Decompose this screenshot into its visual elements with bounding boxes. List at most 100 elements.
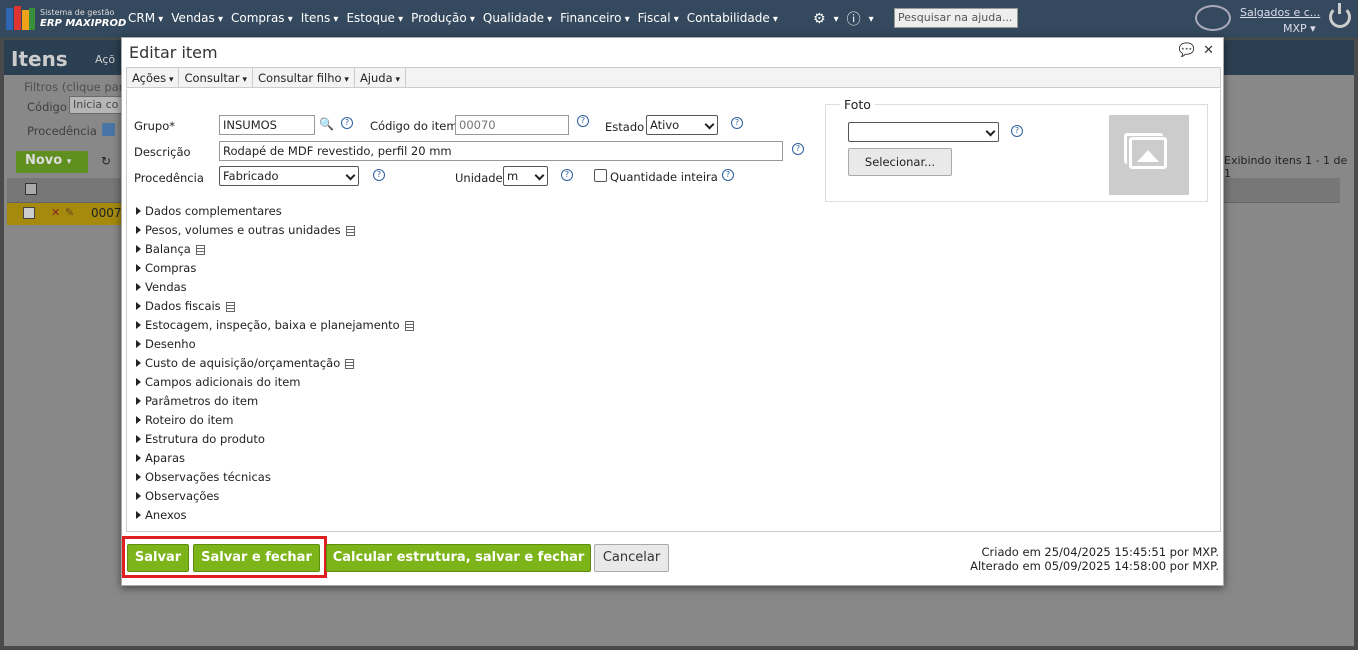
section-estrutura[interactable]: Estrutura do produto bbox=[136, 432, 414, 451]
document-icon bbox=[225, 302, 235, 312]
section-observacoes[interactable]: Observações bbox=[136, 489, 414, 508]
user-link[interactable]: Salgados e c... bbox=[1240, 6, 1320, 19]
document-icon bbox=[345, 226, 355, 236]
company-selector[interactable]: MXP ▾ bbox=[1283, 22, 1316, 35]
section-balanca[interactable]: Balança bbox=[136, 242, 414, 261]
dialog-menu-consultar-filho[interactable]: Consultar filho bbox=[253, 68, 355, 87]
image-icon bbox=[1124, 133, 1167, 169]
procedencia-help-icon[interactable]: ? bbox=[373, 169, 385, 181]
sections-list: Dados complementares Pesos, volumes e ou… bbox=[136, 204, 414, 527]
search-icon[interactable]: 🔍 bbox=[319, 117, 334, 131]
menu-producao[interactable]: Produção bbox=[411, 11, 475, 25]
refresh-icon[interactable]: ↻ bbox=[101, 154, 111, 168]
section-observacoes-tecnicas[interactable]: Observações técnicas bbox=[136, 470, 414, 489]
dialog-title: Editar item bbox=[129, 43, 218, 62]
menu-estoque[interactable]: Estoque bbox=[346, 11, 403, 25]
quantidade-inteira-label: Quantidade inteira bbox=[610, 170, 718, 184]
section-vendas[interactable]: Vendas bbox=[136, 280, 414, 299]
quantidade-inteira-checkbox[interactable] bbox=[594, 169, 607, 182]
document-icon bbox=[195, 245, 205, 255]
foto-select[interactable] bbox=[848, 122, 999, 142]
section-custo-aquisicao[interactable]: Custo de aquisição/orçamentação bbox=[136, 356, 414, 375]
edit-icon[interactable]: ✎ bbox=[65, 206, 74, 219]
codigo-input[interactable] bbox=[455, 115, 569, 135]
help-caret-icon[interactable]: ▾ bbox=[869, 14, 874, 25]
menu-compras[interactable]: Compras bbox=[231, 11, 293, 25]
created-info: Criado em 25/04/2025 15:45:51 por MXP. bbox=[981, 545, 1220, 559]
codigo-help-icon[interactable]: ? bbox=[577, 115, 589, 127]
page-actions-menu[interactable]: Açõ bbox=[95, 53, 115, 66]
section-dados-complementares[interactable]: Dados complementares bbox=[136, 204, 414, 223]
section-label: Vendas bbox=[145, 280, 187, 294]
delete-icon[interactable]: ✕ bbox=[51, 206, 60, 219]
section-label: Campos adicionais do item bbox=[145, 375, 301, 389]
dialog-menu-acoes[interactable]: Ações bbox=[127, 68, 180, 87]
section-label: Roteiro do item bbox=[145, 413, 234, 427]
logo-icon bbox=[6, 6, 35, 30]
procedencia-select[interactable]: Fabricado bbox=[219, 166, 359, 186]
section-desenho[interactable]: Desenho bbox=[136, 337, 414, 356]
help-search-input[interactable]: Pesquisar na ajuda... bbox=[894, 8, 1018, 28]
menu-crm[interactable]: CRM bbox=[128, 11, 163, 25]
row-checkbox[interactable] bbox=[23, 207, 35, 219]
new-item-button[interactable]: Novo ▾ bbox=[16, 151, 88, 173]
power-icon[interactable] bbox=[1329, 3, 1351, 28]
select-all-checkbox[interactable] bbox=[25, 183, 37, 195]
calculate-save-close-button[interactable]: Calcular estrutura, salvar e fechar bbox=[326, 544, 591, 572]
estado-help-icon[interactable]: ? bbox=[731, 117, 743, 129]
select-photo-button[interactable]: Selecionar... bbox=[848, 148, 952, 176]
dialog-menu-ajuda[interactable]: Ajuda bbox=[355, 68, 407, 87]
menu-vendas[interactable]: Vendas bbox=[171, 11, 223, 25]
save-button[interactable]: Salvar bbox=[127, 544, 189, 572]
comment-icon[interactable]: 💬 bbox=[1179, 43, 1195, 58]
filter-title[interactable]: Filtros (clique para bbox=[24, 80, 130, 94]
dialog-menu-bar: Ações Consultar Consultar filho Ajuda bbox=[126, 67, 1221, 88]
page-title: Itens bbox=[11, 47, 68, 71]
section-label: Estrutura do produto bbox=[145, 432, 265, 446]
section-campos-adicionais[interactable]: Campos adicionais do item bbox=[136, 375, 414, 394]
section-aparas[interactable]: Aparas bbox=[136, 451, 414, 470]
help-menu-icon[interactable]: ⓘ bbox=[847, 9, 861, 29]
dialog-menu-consultar[interactable]: Consultar bbox=[179, 68, 253, 87]
section-pesos-volumes[interactable]: Pesos, volumes e outras unidades bbox=[136, 223, 414, 242]
menu-fiscal[interactable]: Fiscal bbox=[638, 11, 679, 25]
menu-financeiro[interactable]: Financeiro bbox=[560, 11, 629, 25]
descricao-input[interactable]: Rodapé de MDF revestido, perfil 20 mm bbox=[219, 141, 783, 161]
section-label: Observações técnicas bbox=[145, 470, 271, 484]
section-dados-fiscais[interactable]: Dados fiscais bbox=[136, 299, 414, 318]
filter-codigo-label: Código bbox=[27, 100, 67, 114]
save-and-close-button[interactable]: Salvar e fechar bbox=[193, 544, 320, 572]
filter-procedencia-checkbox[interactable] bbox=[102, 123, 115, 136]
row-code: 0007 bbox=[91, 206, 122, 220]
logo-line1: Sistema de gestão bbox=[40, 8, 115, 17]
filter-codigo-input[interactable]: Inicia co bbox=[69, 96, 123, 114]
gear-icon[interactable]: ⚙ bbox=[813, 11, 826, 27]
grid-scrollbar[interactable] bbox=[1340, 203, 1354, 646]
quantidade-help-icon[interactable]: ? bbox=[722, 169, 734, 181]
cancel-button[interactable]: Cancelar bbox=[594, 544, 669, 572]
menu-itens[interactable]: Itens bbox=[301, 11, 339, 25]
main-menu: CRM Vendas Compras Itens Estoque Produçã… bbox=[128, 11, 786, 25]
unidade-select[interactable]: m bbox=[503, 166, 548, 186]
grupo-input[interactable]: INSUMOS bbox=[219, 115, 315, 135]
section-label: Balança bbox=[145, 242, 191, 256]
gear-caret-icon[interactable]: ▾ bbox=[834, 14, 839, 25]
section-anexos[interactable]: Anexos bbox=[136, 508, 414, 527]
document-icon bbox=[404, 321, 414, 331]
close-icon[interactable]: ✕ bbox=[1203, 43, 1214, 58]
menu-contabilidade[interactable]: Contabilidade bbox=[687, 11, 778, 25]
logo[interactable]: Sistema de gestão ERP MAXIPROD bbox=[6, 6, 126, 30]
section-roteiro[interactable]: Roteiro do item bbox=[136, 413, 414, 432]
section-parametros[interactable]: Parâmetros do item bbox=[136, 394, 414, 413]
section-estocagem[interactable]: Estocagem, inspeção, baixa e planejament… bbox=[136, 318, 414, 337]
section-compras[interactable]: Compras bbox=[136, 261, 414, 280]
unidade-help-icon[interactable]: ? bbox=[561, 169, 573, 181]
estado-select[interactable]: Ativo bbox=[646, 115, 718, 135]
foto-help-icon[interactable]: ? bbox=[1011, 125, 1023, 137]
menu-qualidade[interactable]: Qualidade bbox=[483, 11, 552, 25]
codigo-label: Código do item bbox=[370, 119, 458, 133]
chat-icon[interactable] bbox=[1195, 5, 1231, 31]
modified-info: Alterado em 05/09/2025 14:58:00 por MXP. bbox=[970, 559, 1219, 573]
grupo-help-icon[interactable]: ? bbox=[341, 117, 353, 129]
descricao-help-icon[interactable]: ? bbox=[792, 143, 804, 155]
